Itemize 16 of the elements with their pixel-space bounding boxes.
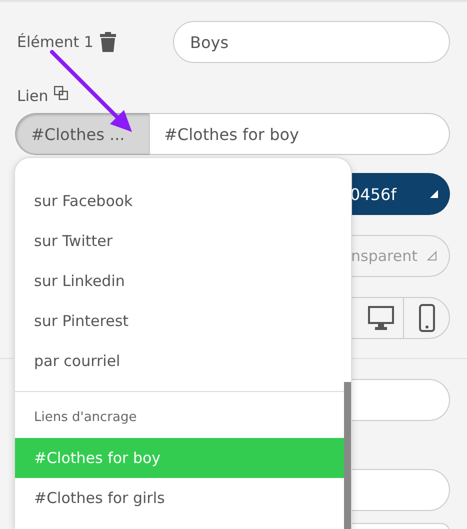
menu-item[interactable]: par courriel (15, 341, 344, 381)
section-heading: Liens d'ancrage (33, 409, 138, 427)
menu-item[interactable]: #Clothes for girls (15, 478, 344, 518)
field-label: Lien (17, 87, 48, 105)
link-dropdown[interactable]: #Clothes ... (15, 113, 150, 155)
link-input[interactable]: #Clothes for boy (150, 113, 450, 155)
menu-item[interactable]: sur Pinterest (15, 301, 344, 341)
monitor-icon[interactable] (368, 306, 394, 330)
text-input[interactable]: Boys (173, 21, 450, 63)
field-label: Élément 1 (17, 33, 94, 51)
phone-icon[interactable] (418, 304, 434, 332)
corner-icon (430, 190, 438, 198)
trash-icon[interactable] (99, 31, 118, 53)
scrollbar-thumb[interactable] (344, 382, 351, 529)
corner-icon (427, 251, 437, 261)
copy-icon[interactable] (54, 86, 68, 100)
